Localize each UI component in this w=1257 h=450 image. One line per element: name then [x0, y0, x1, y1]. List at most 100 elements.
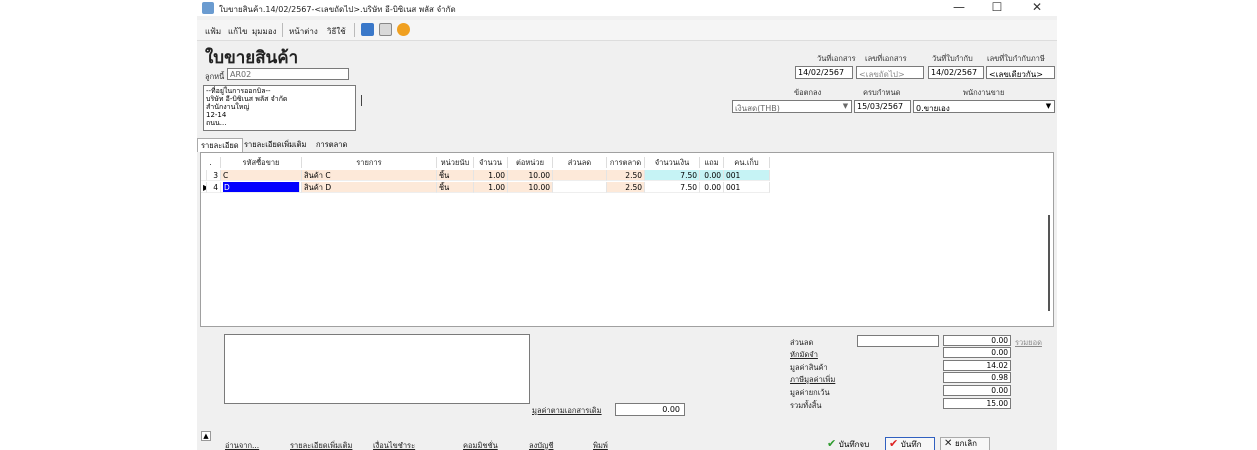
cancel-x-icon: ✕ — [944, 438, 953, 449]
save-close-label: บันทึกจบ — [838, 440, 870, 449]
tab-details[interactable]: รายละเอียด — [197, 138, 243, 152]
more-details-link[interactable]: รายละเอียดเพิ่มเติม — [290, 440, 352, 450]
cell-warehouse[interactable]: 001 — [724, 182, 770, 193]
cell-unit[interactable]: ชิ้น — [437, 170, 474, 181]
terms-select-value: เงินสด(THB) — [735, 104, 780, 113]
sales-invoice-window: ใบขายสินค้า.14/02/2567-<เลขถัดไป>.บริษัท… — [197, 0, 1057, 450]
calendar-icon[interactable] — [379, 23, 392, 36]
billing-address-textarea[interactable]: --ที่อยู่ในการออกบิล-- บริษัท อี-บิซิเนส… — [203, 85, 356, 131]
vat-link[interactable]: ภาษีมูลค่าเพิ่ม — [790, 374, 835, 386]
tab-more-details[interactable]: รายละเอียดเพิ่มเติม — [241, 138, 309, 151]
tax-date-input[interactable]: 14/02/2567 — [928, 66, 984, 79]
cell-unit[interactable]: ชิ้น — [437, 182, 474, 193]
customer-code-input[interactable]: AR02 — [227, 68, 349, 80]
cell-name[interactable]: สินค้า C — [302, 170, 437, 181]
address-line: --ที่อยู่ในการออกบิล-- — [206, 87, 271, 95]
exempt-value: 0.00 — [943, 385, 1011, 396]
terms-select[interactable]: เงินสด(THB) ▼ — [732, 100, 852, 113]
due-date-input[interactable]: 15/03/2567 — [854, 100, 911, 113]
salesman-select-value: 0.ขายเอง — [916, 104, 950, 113]
title-bar: ใบขายสินค้า.14/02/2567-<เลขถัดไป>.บริษัท… — [197, 0, 1057, 16]
col-header-marketing: การตลาด — [607, 157, 645, 168]
col-header-warehouse: คน.เก็บ — [724, 157, 770, 168]
cell-discount[interactable] — [553, 182, 607, 193]
menu-edit[interactable]: แก้ไข — [228, 25, 248, 38]
col-header-unit: หน่วยนับ — [437, 157, 474, 168]
read-from-link[interactable]: อ่านจาก... — [225, 440, 259, 450]
text-cursor — [361, 95, 362, 106]
discount-input[interactable] — [857, 335, 939, 347]
deposit-value: 0.00 — [943, 347, 1011, 358]
sum-discount-link[interactable]: รวมยอด — [1015, 337, 1042, 349]
minimize-button[interactable]: — — [939, 0, 979, 16]
cell-warehouse[interactable]: 001 — [724, 170, 770, 181]
tax-no-label: เลขที่ใบกำกับภาษี — [987, 54, 1045, 63]
cell-amount[interactable]: 7.50 — [645, 182, 700, 193]
cell-amount[interactable]: 7.50 — [645, 170, 700, 181]
tab-marketing[interactable]: การตลาด — [313, 138, 350, 151]
doc-date-input[interactable]: 14/02/2567 — [795, 66, 853, 79]
address-line: สำนักงานใหญ่ — [206, 103, 250, 111]
deposit-link[interactable]: หักมัดจำ — [790, 349, 818, 361]
help-icon[interactable] — [397, 23, 410, 36]
checkmark-icon: ✔ — [889, 437, 899, 450]
salesman-select[interactable]: 0.ขายเอง ▼ — [913, 100, 1055, 113]
vat-value: 0.98 — [943, 372, 1011, 383]
address-line: บริษัท อี-บิซิเนส พลัส จำกัด — [206, 95, 288, 103]
cell-marketing[interactable]: 2.50 — [607, 170, 645, 181]
menu-view[interactable]: มุมมอง — [252, 25, 277, 38]
app-icon — [202, 2, 214, 14]
menu-window[interactable]: หน้าต่าง — [289, 25, 318, 38]
cell-price[interactable]: 10.00 — [508, 170, 553, 181]
due-label: ครบกำหนด — [863, 88, 901, 97]
save-close-button[interactable]: ✔ บันทึกจบ — [827, 437, 869, 450]
total-value: 15.00 — [943, 398, 1011, 409]
doc-no-input[interactable]: <เลขถัดไป> — [856, 66, 924, 79]
chevron-down-icon[interactable]: ▼ — [841, 102, 850, 111]
save-button[interactable]: ✔ บันทึก — [885, 437, 935, 450]
cell-marketing[interactable]: 2.50 — [607, 182, 645, 193]
close-button[interactable]: ✕ — [1017, 0, 1057, 16]
cell-price[interactable]: 10.00 — [508, 182, 553, 193]
print-link[interactable]: พิมพ์ — [593, 440, 608, 450]
ref-amount-link[interactable]: มูลค่าตามเอกสารเดิม — [532, 405, 602, 417]
chevron-up-icon[interactable]: ▲ — [201, 431, 211, 441]
menu-bar: แฟ้ม แก้ไข มุมมอง หน้าต่าง วิธีใช้ — [197, 20, 1057, 41]
cell-qty[interactable]: 1.00 — [474, 182, 508, 193]
items-grid: . รหัสซื้อขาย รายการ หน่วยนับ จำนวน ต่อห… — [200, 152, 1054, 327]
menu-file[interactable]: แฟ้ม — [205, 25, 221, 38]
cell-qty[interactable]: 1.00 — [474, 170, 508, 181]
menu-separator — [282, 23, 283, 37]
col-header-discount: ส่วนลด — [553, 157, 607, 168]
calculator-icon[interactable] — [361, 23, 374, 36]
ref-amount-input[interactable]: 0.00 — [615, 403, 685, 416]
address-line: 12-14 — [206, 111, 227, 119]
grid-scrollbar[interactable] — [1048, 215, 1050, 311]
selected-cell-text: D — [223, 182, 300, 192]
cell-free[interactable]: 0.00 — [700, 170, 724, 181]
doc-no-label: เลขที่เอกสาร — [865, 54, 907, 63]
menu-help[interactable]: วิธีใช้ — [327, 25, 346, 38]
cell-code[interactable]: C — [221, 170, 302, 181]
payment-terms-link[interactable]: เงื่อนไขชำระ — [373, 440, 415, 450]
col-header-dot: . — [201, 157, 221, 168]
window-title: ใบขายสินค้า.14/02/2567-<เลขถัดไป>.บริษัท… — [219, 5, 456, 14]
cell-free[interactable]: 0.00 — [700, 182, 724, 193]
col-header-free: แถม — [700, 157, 724, 168]
address-line: ถนน... — [206, 119, 227, 127]
cell-discount[interactable] — [553, 170, 607, 181]
discount-value: 0.00 — [943, 335, 1011, 346]
save-label: บันทึก — [900, 440, 922, 449]
commission-link[interactable]: คอมมิชชั่น — [463, 440, 498, 450]
cell-no: 3 — [207, 170, 221, 181]
chevron-down-icon[interactable]: ▼ — [1044, 102, 1053, 111]
cancel-button[interactable]: ✕ ยกเลิก — [940, 437, 990, 450]
page-title: ใบขายสินค้า — [205, 48, 299, 68]
maximize-button[interactable]: ☐ — [977, 0, 1017, 16]
remarks-textarea[interactable] — [224, 334, 530, 404]
col-header-name: รายการ — [302, 157, 437, 168]
tax-no-input[interactable]: <เลขเดียวกัน> — [986, 66, 1055, 79]
cell-code[interactable]: D — [221, 182, 302, 193]
post-account-link[interactable]: ลงบัญชี — [529, 440, 554, 450]
cell-name[interactable]: สินค้า D — [302, 182, 437, 193]
